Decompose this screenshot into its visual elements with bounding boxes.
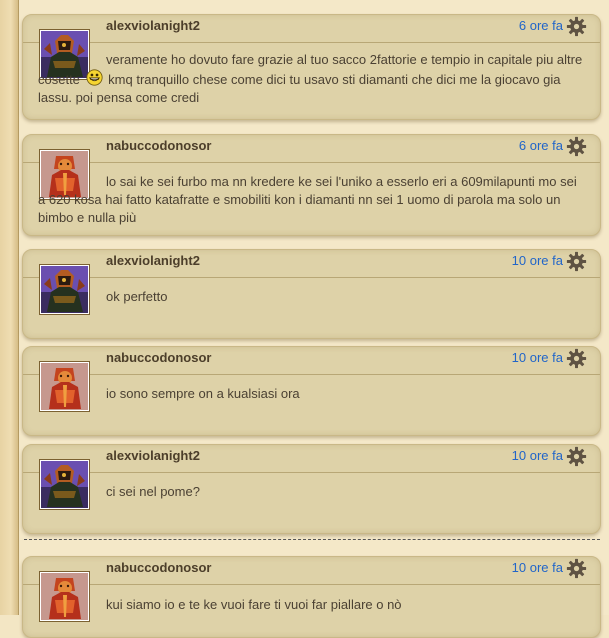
message-card: alexviolanight2 10 ore fa ci sei nel pom… [22, 444, 601, 534]
message-text: ci sei nel pome? [106, 484, 200, 499]
message-card: nabuccodonosor 10 ore fa io sono sempre … [22, 346, 601, 436]
author-name[interactable]: nabuccodonosor [106, 560, 211, 575]
gear-icon[interactable] [566, 251, 587, 272]
message-card: alexviolanight2 6 ore fa veramente ho do… [22, 14, 601, 120]
message-text: veramente ho dovuto fare grazie al tuo s… [38, 51, 586, 107]
gear-icon[interactable] [566, 348, 587, 369]
message-header: alexviolanight2 6 ore fa [23, 15, 600, 43]
gear-icon[interactable] [566, 446, 587, 467]
message-header: nabuccodonosor 10 ore fa [23, 347, 600, 375]
message-text-part: kmq tranquillo chese come dici tu usavo … [38, 72, 561, 105]
author-name[interactable]: alexviolanight2 [106, 448, 200, 463]
message-header: alexviolanight2 10 ore fa [23, 250, 600, 278]
message-header: alexviolanight2 10 ore fa [23, 445, 600, 473]
message-card: nabuccodonosor 6 ore fa lo sai ke sei fu… [22, 134, 601, 236]
left-scroll-edge [0, 0, 19, 615]
message-text: ok perfetto [106, 289, 168, 304]
message-card: nabuccodonosor 10 ore fa kui siamo io e … [22, 556, 601, 638]
gear-icon[interactable] [566, 136, 587, 157]
grin-smiley-icon [85, 69, 103, 86]
message-text: lo sai ke sei furbo ma nn kredere ke sei… [38, 174, 577, 225]
message-header: nabuccodonosor 10 ore fa [23, 557, 600, 585]
message-time-link[interactable]: 10 ore fa [512, 350, 563, 365]
gear-icon[interactable] [566, 558, 587, 579]
message-time-link[interactable]: 10 ore fa [512, 560, 563, 575]
message-time-link[interactable]: 6 ore fa [519, 18, 563, 33]
message-time-link[interactable]: 6 ore fa [519, 138, 563, 153]
author-name[interactable]: alexviolanight2 [106, 18, 200, 33]
message-text: kui siamo io e te ke vuoi fare ti vuoi f… [106, 597, 402, 612]
author-name[interactable]: alexviolanight2 [106, 253, 200, 268]
message-time-link[interactable]: 10 ore fa [512, 448, 563, 463]
day-divider [24, 539, 600, 540]
message-text: io sono sempre on a kualsiasi ora [106, 386, 300, 401]
gear-icon[interactable] [566, 16, 587, 37]
message-time-link[interactable]: 10 ore fa [512, 253, 563, 268]
author-name[interactable]: nabuccodonosor [106, 138, 211, 153]
message-header: nabuccodonosor 6 ore fa [23, 135, 600, 163]
message-card: alexviolanight2 10 ore fa ok perfetto [22, 249, 601, 339]
author-name[interactable]: nabuccodonosor [106, 350, 211, 365]
